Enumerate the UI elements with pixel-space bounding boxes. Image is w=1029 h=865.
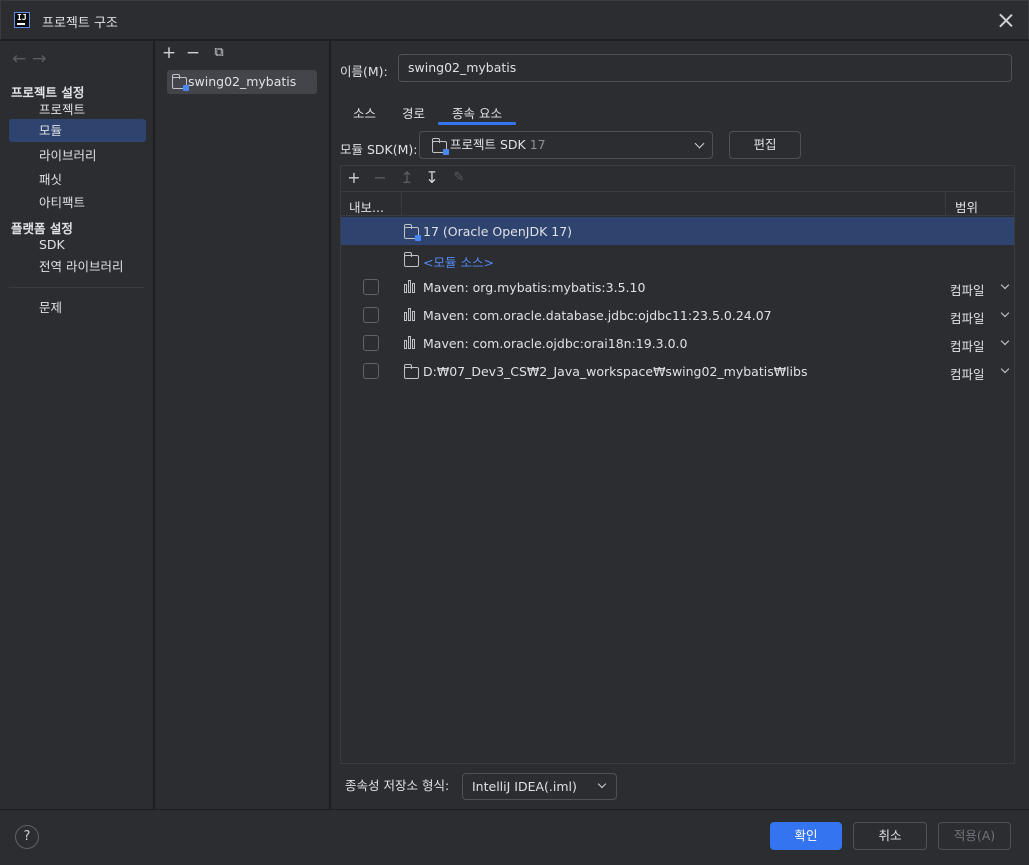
add-dependency-icon[interactable]: +	[345, 169, 363, 187]
storage-format-select[interactable]: IntelliJ IDEA(.iml)	[462, 773, 617, 800]
sdk-value: 프로젝트 SDK	[450, 137, 526, 152]
cancel-button[interactable]: 취소	[853, 822, 927, 850]
module-settings-panel: 이름(M): swing02_mybatis 소스 경로 종속 요소 모듈 SD…	[331, 41, 1029, 809]
module-folder-icon	[172, 74, 189, 91]
scope-select[interactable]: 컴파일	[950, 364, 1010, 383]
sidebar-item-global-libraries[interactable]: 전역 라이브러리	[9, 255, 146, 278]
sidebar-item-project[interactable]: 프로젝트	[9, 98, 146, 121]
chevron-down-icon	[1000, 308, 1010, 318]
sidebar-divider	[9, 287, 144, 288]
active-tab-indicator	[438, 122, 516, 125]
table-row[interactable]: Maven: org.mybatis:mybatis:3.5.10 컴파일	[341, 273, 1014, 301]
close-icon[interactable]	[997, 11, 1015, 29]
table-row[interactable]: Maven: com.oracle.ojdbc:orai18n:19.3.0.0…	[341, 329, 1014, 357]
dependency-name: D:₩07_Dev3_CS₩2_Java_workspace₩swing02_m…	[423, 364, 808, 379]
back-forward-arrows-icon[interactable]: ←→	[12, 49, 53, 69]
dependency-name: 17 (Oracle OpenJDK 17)	[423, 224, 573, 239]
scope-value: 컴파일	[950, 339, 985, 354]
tab-sources[interactable]: 소스	[353, 103, 376, 122]
export-checkbox[interactable]	[363, 335, 379, 351]
table-row[interactable]: D:₩07_Dev3_CS₩2_Java_workspace₩swing02_m…	[341, 357, 1014, 385]
dependencies-toolbar: + − ↥ ↧ ✎	[341, 166, 1014, 191]
sidebar-item-facets[interactable]: 패싯	[9, 168, 146, 191]
sidebar-item-modules[interactable]: 모듈	[9, 119, 146, 142]
scope-value: 컴파일	[950, 311, 985, 326]
module-sdk-select[interactable]: 프로젝트 SDK 17	[419, 131, 713, 159]
name-label: 이름(M):	[340, 64, 388, 79]
module-sdk-label: 모듈 SDK(M):	[340, 142, 418, 157]
sdk-folder-icon	[404, 224, 421, 241]
copy-icon[interactable]: ⧉	[210, 44, 228, 62]
move-up-icon[interactable]: ↥	[398, 169, 416, 187]
table-header: 내보... 범위	[341, 191, 1014, 216]
column-divider	[945, 192, 946, 216]
name-input[interactable]: swing02_mybatis	[398, 54, 1012, 82]
dependency-name: Maven: com.oracle.ojdbc:orai18n:19.3.0.0	[423, 336, 688, 351]
scope-select[interactable]: 컴파일	[950, 336, 1010, 355]
export-checkbox[interactable]	[363, 363, 379, 379]
edit-sdk-button[interactable]: 편집	[729, 131, 801, 159]
library-icon	[404, 336, 418, 349]
tab-paths[interactable]: 경로	[402, 103, 425, 122]
chevron-down-icon	[597, 779, 607, 789]
dependencies-table: + − ↥ ↧ ✎ 내보... 범위 17 (Oracle OpenJDK 17…	[340, 165, 1015, 764]
storage-format-value: IntelliJ IDEA(.iml)	[472, 779, 577, 794]
window-title: 프로젝트 구조	[42, 16, 118, 31]
chevron-down-icon	[1000, 364, 1010, 374]
remove-icon[interactable]: −	[184, 44, 202, 62]
storage-format-label: 종속성 저장소 형식:	[345, 778, 450, 793]
module-item-label: swing02_mybatis	[188, 74, 297, 89]
sidebar-item-libraries[interactable]: 라이브러리	[9, 144, 146, 167]
remove-dependency-icon[interactable]: −	[371, 169, 389, 187]
chevron-down-icon	[1000, 280, 1010, 290]
module-item[interactable]: swing02_mybatis	[167, 70, 317, 94]
source-folder-icon	[404, 252, 419, 267]
table-row[interactable]: <모듈 소스>	[341, 245, 1014, 273]
column-export[interactable]: 내보...	[349, 197, 384, 216]
library-icon	[404, 308, 418, 321]
dependency-name: Maven: com.oracle.database.jdbc:ojdbc11:…	[423, 308, 772, 323]
scope-value: 컴파일	[950, 283, 985, 298]
export-checkbox[interactable]	[363, 307, 379, 323]
sidebar-item-problems[interactable]: 문제	[9, 296, 146, 319]
chevron-down-icon	[1000, 336, 1010, 346]
scope-value: 컴파일	[950, 367, 985, 382]
edit-dependency-icon[interactable]: ✎	[450, 169, 468, 187]
sidebar-item-sdk[interactable]: SDK	[9, 233, 146, 256]
table-row[interactable]: Maven: com.oracle.database.jdbc:ojdbc11:…	[341, 301, 1014, 329]
column-scope[interactable]: 범위	[955, 197, 978, 216]
title-bar: IJ 프로젝트 구조	[0, 0, 1029, 40]
ok-button[interactable]: 확인	[770, 822, 842, 850]
intellij-app-icon: IJ	[14, 12, 30, 28]
scope-select[interactable]: 컴파일	[950, 308, 1010, 327]
table-row[interactable]: 17 (Oracle OpenJDK 17)	[341, 217, 1014, 245]
sdk-folder-icon	[432, 138, 449, 155]
sdk-version: 17	[529, 137, 546, 152]
sidebar-item-artifacts[interactable]: 아티팩트	[9, 191, 146, 214]
dialog-footer: ? 확인 취소 적용(A)	[0, 809, 1029, 865]
scope-select[interactable]: 컴파일	[950, 280, 1010, 299]
settings-sidebar: ←→ 프로젝트 설정 프로젝트 모듈 라이브러리 패싯 아티팩트 플랫폼 설정 …	[0, 41, 154, 809]
dependency-name: <모듈 소스>	[423, 255, 494, 270]
add-icon[interactable]: +	[160, 44, 178, 62]
library-icon	[404, 280, 418, 293]
move-down-icon[interactable]: ↧	[423, 169, 441, 187]
apply-button[interactable]: 적용(A)	[938, 822, 1011, 850]
module-list-panel: + − ⧉ swing02_mybatis	[155, 41, 330, 809]
folder-icon	[404, 364, 419, 379]
help-button[interactable]: ?	[15, 825, 39, 849]
column-divider	[401, 192, 402, 216]
tab-dependencies[interactable]: 종속 요소	[452, 103, 502, 122]
dependency-name: Maven: org.mybatis:mybatis:3.5.10	[423, 280, 646, 295]
chevron-down-icon	[694, 138, 705, 149]
export-checkbox[interactable]	[363, 279, 379, 295]
